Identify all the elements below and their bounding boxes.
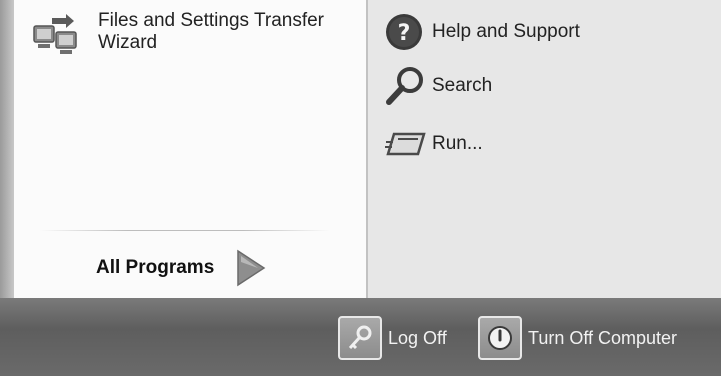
search-icon — [386, 67, 423, 105]
log-off-label: Log Off — [388, 327, 447, 348]
green-arrow-icon — [237, 249, 266, 287]
files-settings-transfer-wizard-item[interactable]: Files and Settings Transfer Wizard — [30, 10, 324, 62]
help-and-support-item[interactable]: ? Help and Support — [384, 10, 580, 54]
turn-off-computer-button[interactable]: Turn Off Computer — [478, 316, 677, 360]
start-menu: Files and Settings Transfer Wizard All P… — [0, 0, 721, 376]
item-label-line2: Wizard — [98, 32, 158, 53]
run-item[interactable]: Run... — [384, 122, 483, 166]
item-label-line1: Files and Settings Transfer — [98, 10, 324, 31]
turn-off-computer-label: Turn Off Computer — [528, 327, 678, 348]
svg-text:?: ? — [398, 21, 411, 46]
help-and-support-label: Help and Support — [432, 21, 580, 42]
search-label: Search — [432, 75, 493, 96]
search-item[interactable]: Search — [384, 64, 492, 108]
log-off-button[interactable]: Log Off — [338, 316, 447, 360]
all-programs-button[interactable]: All Programs — [96, 248, 268, 288]
transfer-wizard-icon — [33, 14, 77, 54]
help-icon: ? — [386, 14, 422, 50]
key-icon — [338, 316, 382, 360]
run-icon — [385, 132, 426, 156]
all-programs-label: All Programs — [96, 257, 215, 278]
run-label: Run... — [432, 133, 483, 154]
power-icon — [478, 316, 522, 360]
left-separator — [40, 230, 330, 231]
